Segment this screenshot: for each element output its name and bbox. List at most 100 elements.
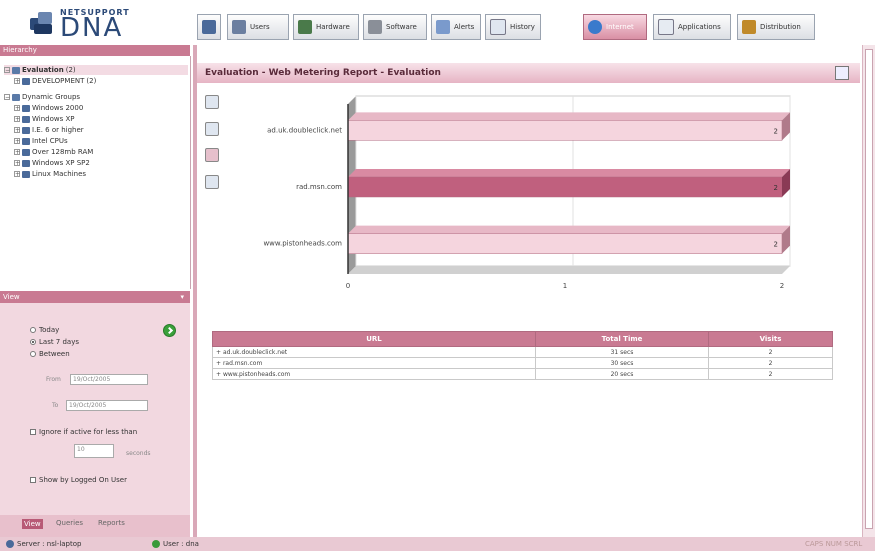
column-header-visits[interactable]: Visits — [708, 331, 833, 347]
radio-last-7-days[interactable]: Last 7 days — [30, 338, 79, 346]
column-header-url[interactable]: URL — [212, 331, 536, 347]
from-label: From — [46, 376, 61, 383]
globe-icon — [588, 20, 602, 34]
collapse-arrow-icon[interactable]: ▾ — [180, 291, 184, 303]
table-view-icon[interactable] — [205, 122, 219, 136]
expand-icon[interactable]: + — [216, 371, 223, 378]
tree-node-development[interactable]: + DEVELOPMENT (2) — [14, 76, 96, 86]
alerts-icon — [436, 20, 450, 34]
checkbox-box — [30, 477, 36, 483]
tab-hardware[interactable]: Hardware — [293, 14, 359, 40]
table-row[interactable]: + ad.uk.doubleclick.net 31 secs 2 — [212, 346, 833, 358]
data-label: 2 — [774, 184, 778, 192]
expand-icon[interactable]: + — [14, 105, 20, 112]
tab-users[interactable]: Users — [227, 14, 289, 40]
distribution-icon — [742, 20, 756, 34]
print-icon[interactable] — [205, 148, 219, 162]
table-row[interactable]: + rad.msn.com 30 secs 2 — [212, 357, 833, 369]
status-keys: CAPS NUM SCRL — [805, 540, 863, 548]
tab-internet[interactable]: Internet — [583, 14, 647, 40]
bar — [347, 233, 783, 254]
url-text: www.pistonheads.com — [222, 370, 291, 378]
bar-chart-icon[interactable] — [205, 95, 219, 109]
data-label: 2 — [774, 241, 778, 249]
hierarchy-header: Hierarchy — [0, 45, 190, 56]
tree-label: Over 128mb RAM — [32, 148, 94, 156]
tree-count: (2) — [65, 66, 76, 74]
ignore-inactive-checkbox[interactable]: Ignore if active for less than — [30, 428, 137, 436]
view-title: View — [3, 293, 20, 301]
table-row[interactable]: + www.pistonheads.com 20 secs 2 — [212, 368, 833, 380]
netsupport-dna-logo: NETSUPPORT DNA — [28, 4, 178, 41]
to-date-field[interactable]: 19/Oct/2005 — [66, 400, 148, 411]
expand-icon[interactable]: + — [14, 149, 20, 156]
cell-visits: 2 — [708, 357, 833, 369]
group-icon — [22, 115, 30, 123]
radio-circle — [30, 327, 36, 333]
web-metering-chart: 0 1 2 2 ad.uk.doubleclick.net 2 rad.msn.com 2 ww… — [230, 92, 800, 302]
category-label: www.pistonheads.com — [263, 240, 342, 248]
tab-view[interactable]: View — [22, 519, 43, 529]
tree-node-evaluation[interactable]: − Evaluation (2) — [4, 65, 188, 75]
tab-queries[interactable]: Queries — [56, 519, 83, 527]
tab-reports[interactable]: Reports — [98, 519, 125, 527]
tab-history[interactable]: History — [485, 14, 541, 40]
tab-distribution[interactable]: Distribution — [737, 14, 815, 40]
tab-home[interactable] — [197, 14, 221, 40]
category-label: rad.msn.com — [296, 183, 342, 191]
data-label: 2 — [774, 127, 778, 135]
tree-node[interactable]: + Intel CPUs — [14, 136, 68, 146]
cell-visits: 2 — [708, 346, 833, 358]
export-icon[interactable] — [835, 66, 849, 80]
report-title: Evaluation - Web Metering Report - Evalu… — [197, 63, 860, 83]
x-tick-label: 1 — [563, 282, 567, 290]
scrollbar-thumb[interactable] — [865, 49, 873, 529]
tree-node[interactable]: + Windows XP SP2 — [14, 158, 90, 168]
hardware-icon — [298, 20, 312, 34]
tree-node[interactable]: + Over 128mb RAM — [14, 147, 93, 157]
checkbox-label: Ignore if active for less than — [39, 428, 138, 436]
expand-icon[interactable]: + — [14, 171, 20, 178]
radio-between[interactable]: Between — [30, 350, 70, 358]
tree-node[interactable]: + Windows XP — [14, 114, 75, 124]
tab-label: Software — [386, 23, 417, 31]
software-icon — [368, 20, 382, 34]
collapse-icon[interactable]: − — [4, 94, 10, 101]
table-header-row: URL Total Time Visits — [212, 331, 833, 347]
export-data-icon[interactable] — [205, 175, 219, 189]
vertical-scrollbar[interactable] — [862, 45, 875, 537]
cell-time: 31 secs — [535, 346, 709, 358]
radio-today[interactable]: Today — [30, 326, 59, 334]
seconds-label: seconds — [126, 450, 151, 457]
tree-node[interactable]: + Windows 2000 — [14, 103, 83, 113]
checkbox-box — [30, 429, 36, 435]
group-icon — [22, 126, 30, 134]
home-icon — [202, 20, 216, 34]
expand-icon[interactable]: + — [14, 78, 20, 85]
tab-applications[interactable]: Applications — [653, 14, 731, 40]
tab-software[interactable]: Software — [363, 14, 427, 40]
collapse-icon[interactable]: − — [4, 67, 10, 74]
server-icon — [6, 540, 14, 548]
apply-button[interactable] — [163, 324, 176, 337]
expand-icon[interactable]: + — [14, 127, 20, 134]
group-icon — [22, 137, 30, 145]
column-header-total-time[interactable]: Total Time — [535, 331, 709, 347]
tab-label: History — [510, 23, 535, 31]
tab-alerts[interactable]: Alerts — [431, 14, 481, 40]
ignore-seconds-field[interactable]: 10 — [74, 444, 114, 458]
tree-node[interactable]: + Linux Machines — [14, 169, 86, 179]
toolbar-tabs: Users Hardware Software Alerts History I… — [197, 14, 875, 42]
from-date-field[interactable]: 19/Oct/2005 — [70, 374, 148, 385]
show-logged-user-checkbox[interactable]: Show by Logged On User — [30, 476, 127, 484]
expand-icon[interactable]: + — [14, 160, 20, 167]
cell-url: + ad.uk.doubleclick.net — [212, 346, 536, 358]
expand-icon[interactable]: + — [216, 360, 223, 367]
tab-label: Users — [250, 23, 270, 31]
expand-icon[interactable]: + — [14, 138, 20, 145]
expand-icon[interactable]: + — [14, 116, 20, 123]
expand-icon[interactable]: + — [216, 349, 223, 356]
tree-node-dynamic-groups[interactable]: − Dynamic Groups — [4, 92, 80, 102]
tree-node[interactable]: + I.E. 6 or higher — [14, 125, 84, 135]
x-tick-label: 0 — [346, 282, 350, 290]
